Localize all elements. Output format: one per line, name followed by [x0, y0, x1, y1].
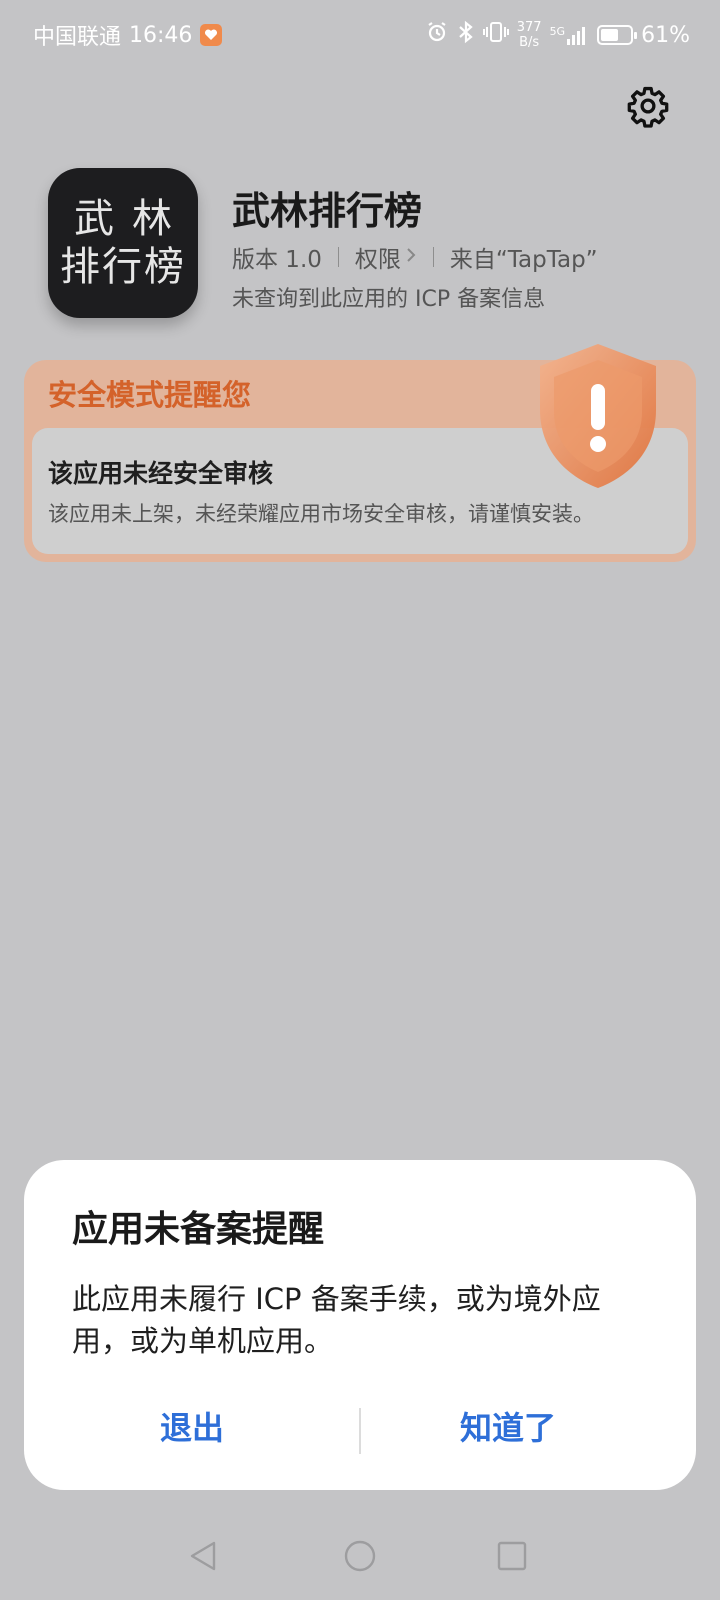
version-label: 版本 1.0 [232, 247, 322, 273]
back-button[interactable] [186, 1538, 222, 1574]
recents-button[interactable] [494, 1538, 530, 1574]
back-triangle-icon [190, 1541, 216, 1571]
home-circle-icon [344, 1540, 376, 1572]
carrier-label: 中国联通 [33, 25, 122, 50]
app-meta-row: 版本 1.0 权限 来自“TapTap” [232, 240, 598, 274]
permissions-link[interactable]: 权限 [355, 240, 417, 274]
shield-warning-icon [540, 344, 656, 488]
safety-description: 该应用未上架，未经荣耀应用市场安全审核，请谨慎安装。 [48, 502, 594, 526]
safety-title: 安全模式提醒您 [48, 378, 252, 412]
recents-square-icon [497, 1541, 527, 1571]
alarm-icon [425, 20, 449, 50]
navigation-bar [0, 1528, 720, 1600]
status-left: 中国联通 16:46 [33, 19, 223, 51]
app-icon-line2: 排行榜 [60, 244, 186, 290]
battery-percent: 61% [641, 22, 690, 48]
network-speed: 377 B/s [517, 20, 542, 50]
source-label: 来自“TapTap” [449, 247, 598, 273]
dialog-message: 此应用未履行 ICP 备案手续，或为境外应用，或为单机应用。 [72, 1282, 601, 1358]
chevron-right-icon [405, 244, 417, 270]
icp-notice: 未查询到此应用的 ICP 备案信息 [232, 287, 546, 312]
app-name: 武林排行榜 [232, 189, 423, 233]
divider [337, 247, 339, 267]
battery-icon [597, 25, 638, 45]
screen: 中国联通 16:46 377 B/s 5G 61% 武林 排行榜 武林排行榜 版… [0, 0, 720, 1600]
speed-unit: B/s [519, 35, 540, 50]
signal-icon: 5G [550, 25, 590, 45]
permissions-label: 权限 [354, 247, 401, 273]
vibrate-icon [482, 20, 509, 50]
ok-button[interactable]: 知道了 [358, 1398, 658, 1454]
status-right: 377 B/s 5G 61% [425, 20, 690, 50]
app-notification-icon [200, 24, 223, 46]
battery-fill [601, 29, 619, 41]
dialog-title: 应用未备案提醒 [72, 1209, 325, 1250]
app-icon-line1: 武林 [74, 196, 190, 242]
exit-button[interactable]: 退出 [42, 1398, 342, 1454]
gear-icon [627, 86, 669, 128]
icp-reminder-dialog: 应用未备案提醒 此应用未履行 ICP 备案手续，或为境外应用，或为单机应用。 退… [24, 1160, 696, 1490]
settings-button[interactable] [626, 84, 670, 128]
divider [432, 247, 434, 267]
clock: 16:46 [129, 22, 193, 48]
bluetooth-icon [457, 20, 475, 50]
network-type: 5G [549, 25, 566, 38]
status-bar: 中国联通 16:46 377 B/s 5G 61% [0, 0, 720, 70]
safety-headline: 该应用未经安全审核 [48, 459, 274, 488]
app-icon: 武林 排行榜 [48, 168, 198, 318]
speed-value: 377 [516, 20, 542, 35]
home-button[interactable] [342, 1538, 378, 1574]
